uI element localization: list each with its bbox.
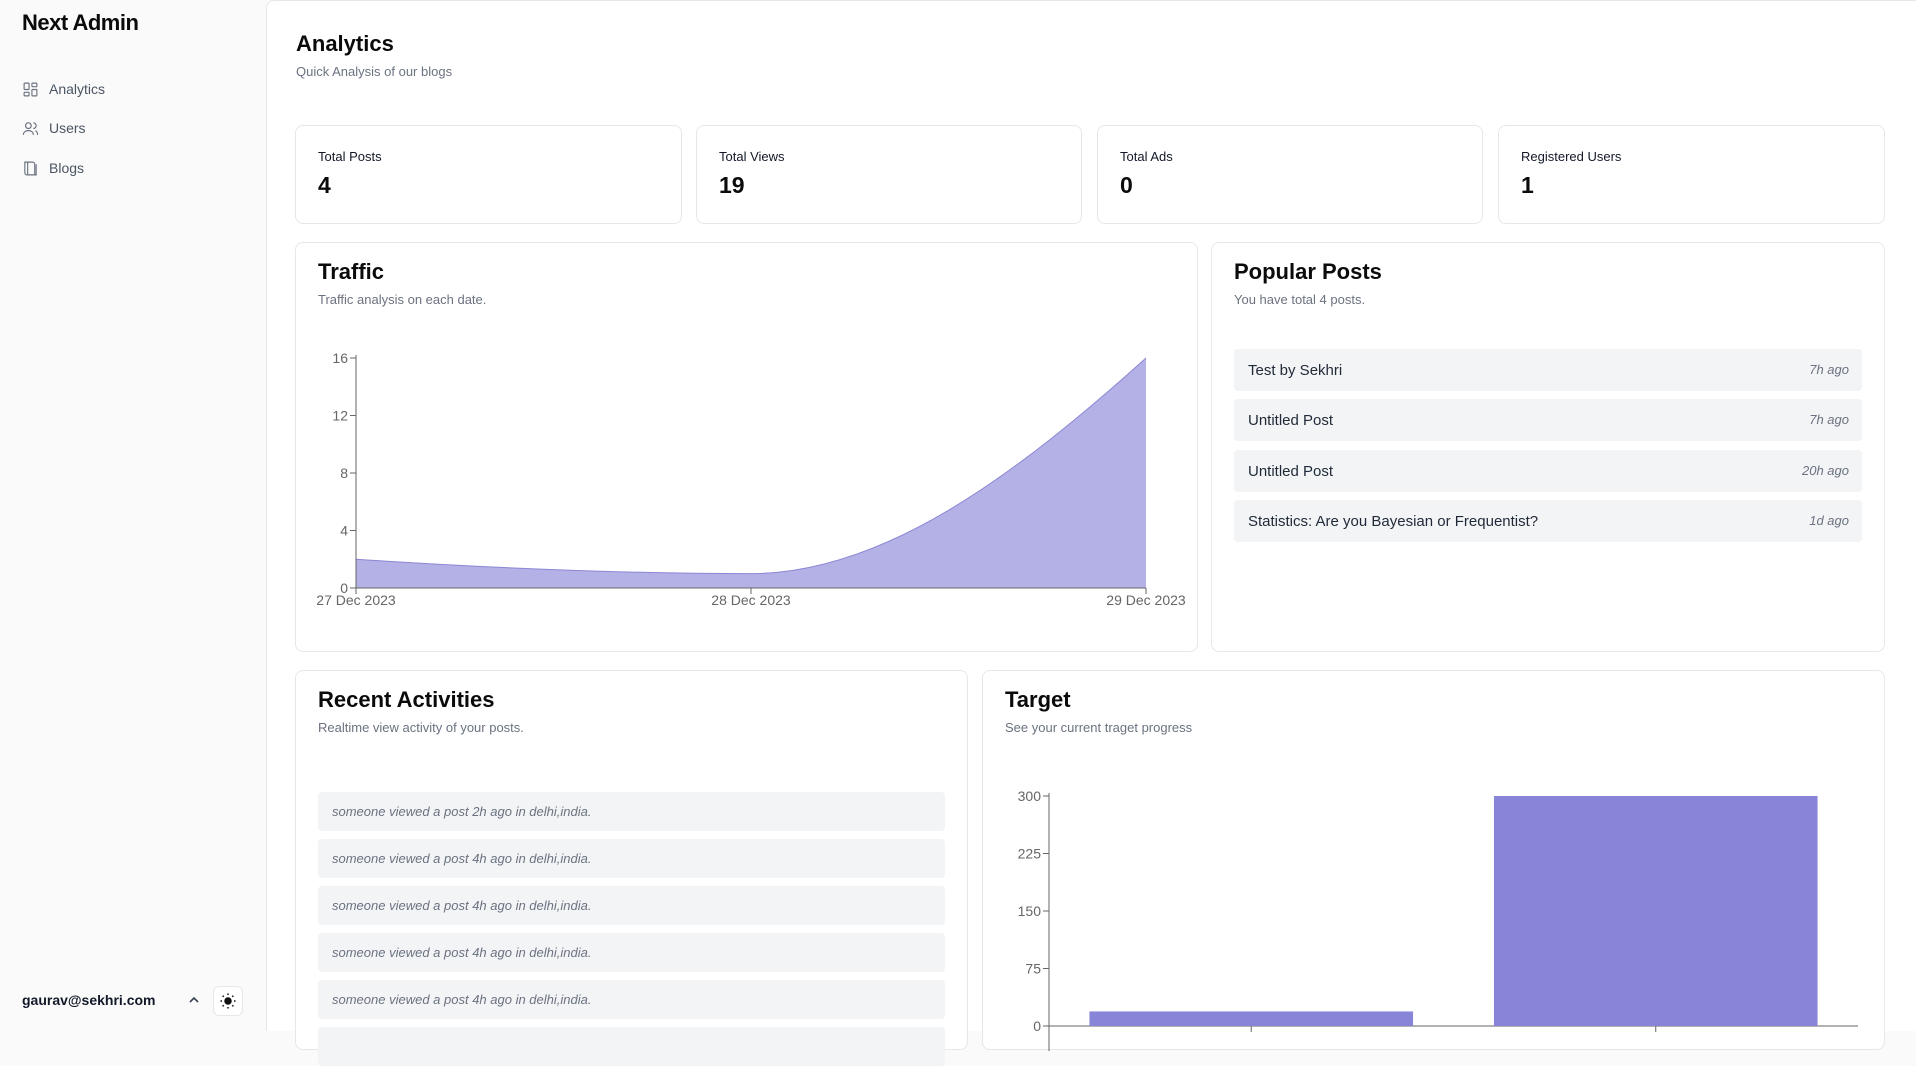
y-tick-label: 225 (1018, 846, 1042, 862)
y-tick-label: 300 (1018, 788, 1042, 804)
card-subtitle: Traffic analysis on each date. (318, 292, 487, 307)
activity-text: someone viewed a post 2h ago in delhi,in… (332, 804, 592, 819)
sidebar-item-label: Analytics (49, 81, 106, 97)
brand-logo: Next Admin (22, 10, 139, 35)
stat-value: 0 (1120, 172, 1133, 198)
activity-text: someone viewed a post 4h ago in delhi,in… (332, 945, 592, 960)
list-item[interactable]: Untitled Post 20h ago (1234, 450, 1862, 492)
stat-value: 1 (1521, 172, 1534, 198)
y-tick-label: 4 (340, 523, 348, 539)
page-subtitle: Quick Analysis of our blogs (296, 64, 453, 79)
theme-toggle-button[interactable] (213, 986, 243, 1016)
post-time: 7h ago (1809, 412, 1849, 427)
x-tick-label: 28 Dec 2023 (711, 592, 791, 608)
stat-card-total-views: Total Views 19 (696, 125, 1082, 224)
card-title: Target (1005, 687, 1071, 712)
card-title: Recent Activities (318, 687, 495, 712)
list-item[interactable]: Test by Sekhri 7h ago (1234, 349, 1862, 391)
list-item: someone viewed a post 2h ago in delhi,in… (318, 792, 945, 831)
area-series-fill (356, 358, 1146, 588)
list-item: someone viewed a post 4h ago in delhi,in… (318, 980, 945, 1019)
stat-card-total-ads: Total Ads 0 (1097, 125, 1483, 224)
y-tick-label: 8 (340, 465, 348, 481)
y-tick-label: 12 (332, 408, 348, 424)
book-icon (24, 161, 37, 175)
target-card: Target See your current traget progress … (982, 670, 1885, 1051)
bar (1089, 1011, 1414, 1026)
target-bar-chart: 0 75 150 225 300 (1018, 788, 1858, 1051)
y-tick-label: 16 (332, 350, 348, 366)
dashboard-icon (23, 82, 38, 96)
bar (1493, 796, 1818, 1026)
users-icon (22, 121, 39, 135)
list-item[interactable]: Untitled Post 7h ago (1234, 399, 1862, 441)
sidebar-item-label: Blogs (49, 160, 85, 176)
list-item (318, 1027, 945, 1066)
activity-text: someone viewed a post 4h ago in delhi,in… (332, 851, 592, 866)
post-title: Test by Sekhri (1248, 362, 1343, 379)
sidebar-item-users[interactable]: Users (22, 117, 86, 139)
stat-card-total-posts: Total Posts 4 (295, 125, 682, 224)
y-tick-label: 150 (1018, 903, 1042, 919)
post-time: 20h ago (1802, 463, 1849, 478)
activity-text: someone viewed a post 4h ago in delhi,in… (332, 898, 592, 913)
stat-label: Total Ads (1120, 149, 1173, 164)
list-item: someone viewed a post 4h ago in delhi,in… (318, 933, 945, 972)
stat-label: Total Views (719, 149, 785, 164)
card-subtitle: Realtime view activity of your posts. (318, 720, 524, 735)
x-tick-label: 27 Dec 2023 (316, 592, 396, 608)
sidebar: Next Admin Analytics Users Blogs gaurav@… (0, 0, 265, 1030)
post-title: Untitled Post (1248, 412, 1334, 429)
chevron-up-icon[interactable] (186, 992, 202, 1008)
sidebar-item-analytics[interactable]: Analytics (22, 78, 105, 100)
x-tick-label: 29 Dec 2023 (1106, 592, 1186, 608)
stat-value: 4 (318, 172, 331, 198)
traffic-area-chart: 048121627 Dec 2023 28 Dec 2023 29 Dec 2023 (316, 350, 1186, 608)
card-title: Popular Posts (1234, 259, 1382, 284)
traffic-card: Traffic Traffic analysis on each date. 0… (295, 242, 1198, 652)
sidebar-item-label: Users (49, 120, 86, 136)
card-subtitle: You have total 4 posts. (1234, 292, 1366, 307)
post-time: 7h ago (1809, 362, 1849, 377)
list-item: someone viewed a post 4h ago in delhi,in… (318, 839, 945, 878)
recent-activities-card: Recent Activities Realtime view activity… (295, 670, 968, 1066)
stat-value: 19 (719, 172, 745, 198)
post-title: Untitled Post (1248, 463, 1334, 480)
y-tick-label: 75 (1025, 961, 1041, 977)
popular-posts-card: Popular Posts You have total 4 posts. Te… (1211, 242, 1885, 652)
page-title: Analytics (296, 31, 394, 56)
sidebar-item-blogs[interactable]: Blogs (22, 157, 84, 179)
post-title: Statistics: Are you Bayesian or Frequent… (1248, 513, 1539, 530)
card-title: Traffic (318, 259, 385, 284)
activity-text: someone viewed a post 4h ago in delhi,in… (332, 992, 592, 1007)
stat-label: Total Posts (318, 149, 382, 164)
y-tick-label: 0 (1033, 1018, 1041, 1034)
list-item[interactable]: Statistics: Are you Bayesian or Frequent… (1234, 500, 1862, 542)
sun-icon (220, 993, 236, 1009)
stat-card-registered-users: Registered Users 1 (1498, 125, 1885, 224)
card-subtitle: See your current traget progress (1005, 720, 1193, 735)
post-time: 1d ago (1809, 513, 1849, 528)
stat-label: Registered Users (1521, 149, 1622, 164)
user-email[interactable]: gaurav@sekhri.com (22, 992, 156, 1008)
list-item: someone viewed a post 4h ago in delhi,in… (318, 886, 945, 925)
